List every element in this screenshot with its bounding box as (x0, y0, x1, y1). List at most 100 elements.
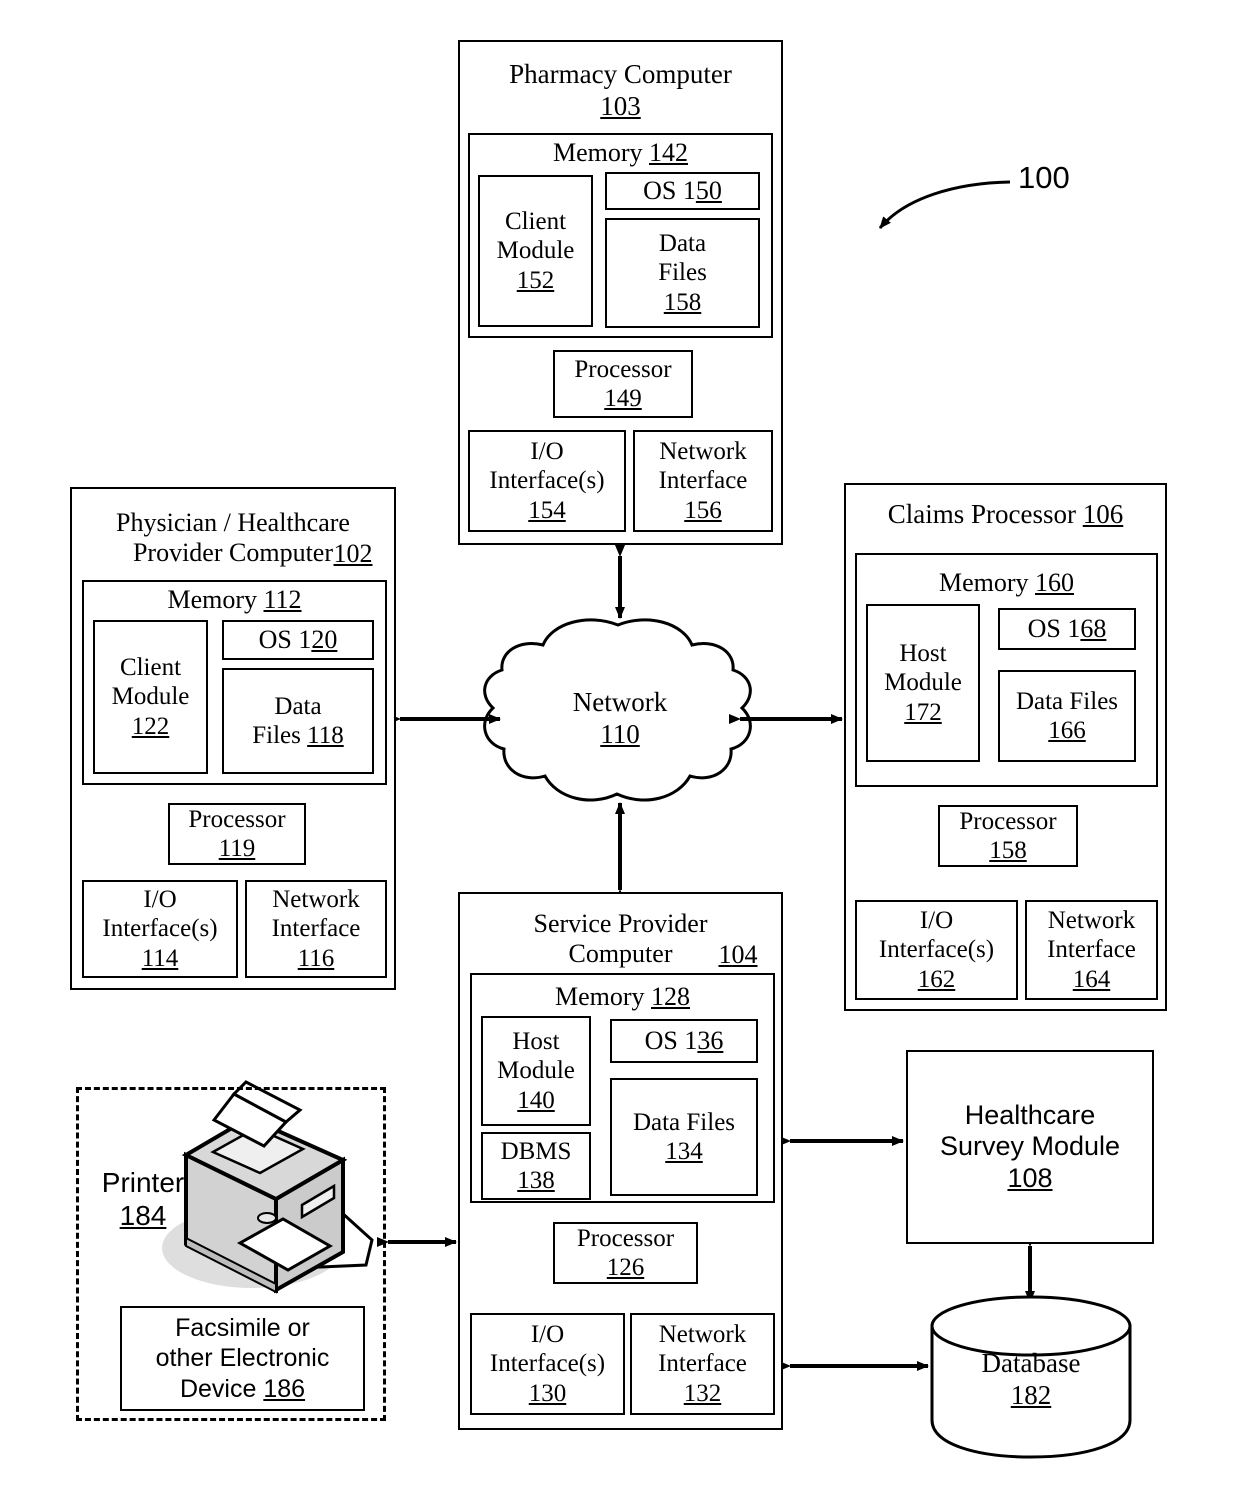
network-label-text: Network (572, 687, 668, 718)
service-provider-memory-ref: 128 (651, 981, 691, 1011)
pharmacy-os-text: OS 1 (643, 175, 696, 205)
claims-data-files-ref: 166 (1048, 717, 1086, 744)
pharmacy-computer-ref: 103 (600, 91, 641, 121)
physician-data-files-line2: Files 118 (252, 722, 344, 749)
claims-network-interface-label: Network Interface 164 (1025, 900, 1158, 1000)
physician-client-module-label: Client Module 122 (93, 620, 208, 774)
claims-os-text: OS 1 (1027, 613, 1081, 643)
physician-os-text: OS 1 (258, 624, 312, 654)
database-label-text: Database (981, 1348, 1081, 1379)
service-provider-processor-text: Processor (576, 1224, 675, 1252)
figure-canvas: 100 Pharmacy Computer 103 Memory 142 Cli… (0, 0, 1240, 1509)
printer-label-text: Printer (101, 1167, 185, 1199)
service-provider-ref: 104 (718, 939, 758, 969)
service-provider-processor-label: Processor 126 (553, 1222, 698, 1284)
service-provider-os-text: OS 1 (644, 1025, 698, 1055)
facsimile-device-ref: 186 (263, 1374, 306, 1403)
physician-data-files-ref: 118 (307, 722, 344, 749)
service-provider-host-module-ref: 140 (517, 1086, 555, 1114)
pharmacy-os-label: OS 1 50 (605, 172, 760, 210)
network-cloud-label: Network 110 (520, 680, 720, 758)
healthcare-survey-module-label: Healthcare Survey Module 108 (906, 1050, 1154, 1244)
service-provider-dbms-ref: 138 (517, 1167, 555, 1194)
pharmacy-client-module-label: Client Module 152 (478, 175, 593, 327)
service-provider-dbms-label: DBMS 138 (481, 1132, 591, 1200)
pharmacy-data-files-text: Data Files (658, 230, 707, 287)
network-ref: 110 (600, 719, 640, 749)
service-provider-data-files-text: Data Files (632, 1108, 736, 1136)
physician-os-ref: 20 (311, 624, 338, 654)
claims-processor-title-text: Claims Processor (887, 499, 1076, 530)
physician-network-interface-text: Network Interface (271, 886, 361, 943)
pharmacy-processor-ref: 149 (604, 385, 642, 412)
figure-callout-arrow (878, 180, 1011, 229)
claims-host-module-ref: 172 (904, 698, 942, 726)
physician-data-files-text: Data (274, 692, 322, 720)
claims-data-files-text: Data Files (1015, 687, 1119, 715)
physician-network-interface-label: Network Interface 116 (245, 880, 387, 978)
service-provider-network-interface-label: Network Interface 132 (630, 1313, 775, 1415)
pharmacy-processor-text: Processor (574, 355, 672, 383)
pharmacy-client-module-ref: 152 (516, 266, 555, 294)
pharmacy-client-module-text: Client Module (496, 208, 575, 265)
physician-os-label: OS 1 20 (222, 620, 374, 660)
claims-io-interface-text: I/O Interface(s) (878, 907, 995, 964)
physician-computer-ref-wrap: 102 (320, 538, 386, 570)
printer-ref: 184 (119, 1200, 167, 1231)
facsimile-device-line1: Facsimile or (175, 1313, 310, 1342)
claims-processor-unit-text: Processor (959, 807, 1057, 835)
claims-data-files-label: Data Files 166 (998, 670, 1136, 762)
pharmacy-computer-title-text: Pharmacy Computer (509, 59, 732, 90)
physician-client-module-ref: 122 (131, 712, 170, 740)
pharmacy-network-interface-label: Network Interface 156 (633, 430, 773, 532)
physician-client-module-text: Client Module (111, 654, 190, 711)
claims-network-interface-ref: 164 (1072, 965, 1111, 993)
physician-computer-ref: 102 (333, 538, 373, 568)
pharmacy-processor-label: Processor 149 (553, 350, 693, 418)
healthcare-survey-module-text: Healthcare Survey Module (939, 1099, 1121, 1162)
service-provider-network-interface-ref: 132 (683, 1379, 722, 1407)
claims-processor-unit-label: Processor 158 (938, 805, 1078, 867)
pharmacy-io-interface-ref: 154 (528, 496, 566, 524)
pharmacy-os-ref: 50 (695, 175, 722, 205)
pharmacy-io-interface-text: I/O Interface(s) (489, 438, 605, 495)
physician-memory-label-text: Memory (167, 585, 257, 615)
claims-processor-unit-ref: 158 (989, 837, 1027, 864)
pharmacy-network-interface-ref: 156 (684, 496, 722, 524)
claims-processor-ref: 106 (1082, 499, 1124, 530)
service-provider-io-interface-ref: 130 (528, 1379, 567, 1407)
service-provider-dbms-text: DBMS (500, 1137, 572, 1165)
claims-io-interface-ref: 162 (917, 965, 956, 993)
pharmacy-memory-ref: 142 (649, 138, 689, 168)
service-provider-data-files-label: Data Files 134 (610, 1078, 758, 1196)
physician-io-interface-ref: 114 (141, 944, 179, 972)
physician-io-interface-label: I/O Interface(s) 114 (82, 880, 238, 978)
service-provider-ref-wrap: 104 (708, 939, 768, 971)
database-label: Database 182 (932, 1340, 1130, 1420)
claims-memory-label: Memory 160 (855, 566, 1158, 600)
service-provider-network-interface-text: Network Interface (658, 1321, 747, 1378)
physician-processor-text: Processor (188, 805, 286, 833)
claims-memory-label-text: Memory (938, 567, 1029, 597)
pharmacy-memory-label-text: Memory (552, 138, 643, 168)
service-provider-os-ref: 36 (697, 1025, 724, 1055)
facsimile-device-line2: other Electronic (155, 1344, 330, 1373)
service-provider-io-interface-text: I/O Interface(s) (489, 1321, 606, 1378)
pharmacy-memory-label: Memory 142 (468, 137, 773, 170)
pharmacy-network-interface-text: Network Interface (658, 438, 748, 495)
pharmacy-computer-title: Pharmacy Computer 103 (460, 54, 781, 128)
claims-os-label: OS 1 68 (998, 608, 1136, 650)
service-provider-processor-ref: 126 (606, 1254, 645, 1281)
claims-host-module-text: Host Module (884, 640, 962, 697)
claims-io-interface-label: I/O Interface(s) 162 (855, 900, 1018, 1000)
pharmacy-data-files-ref: 158 (663, 288, 702, 316)
service-provider-title-text: Service Provider Computer (533, 908, 708, 968)
physician-io-interface-text: I/O Interface(s) (102, 886, 218, 943)
claims-memory-ref: 160 (1035, 567, 1075, 597)
database-ref: 182 (1010, 1380, 1052, 1410)
service-provider-host-module-text: Host Module (497, 1028, 575, 1085)
claims-network-interface-text: Network Interface (1047, 907, 1136, 964)
claims-host-module-label: Host Module 172 (866, 604, 980, 762)
physician-data-files-label: Data Files 118 (222, 668, 374, 774)
service-provider-io-interface-label: I/O Interface(s) 130 (470, 1313, 625, 1415)
